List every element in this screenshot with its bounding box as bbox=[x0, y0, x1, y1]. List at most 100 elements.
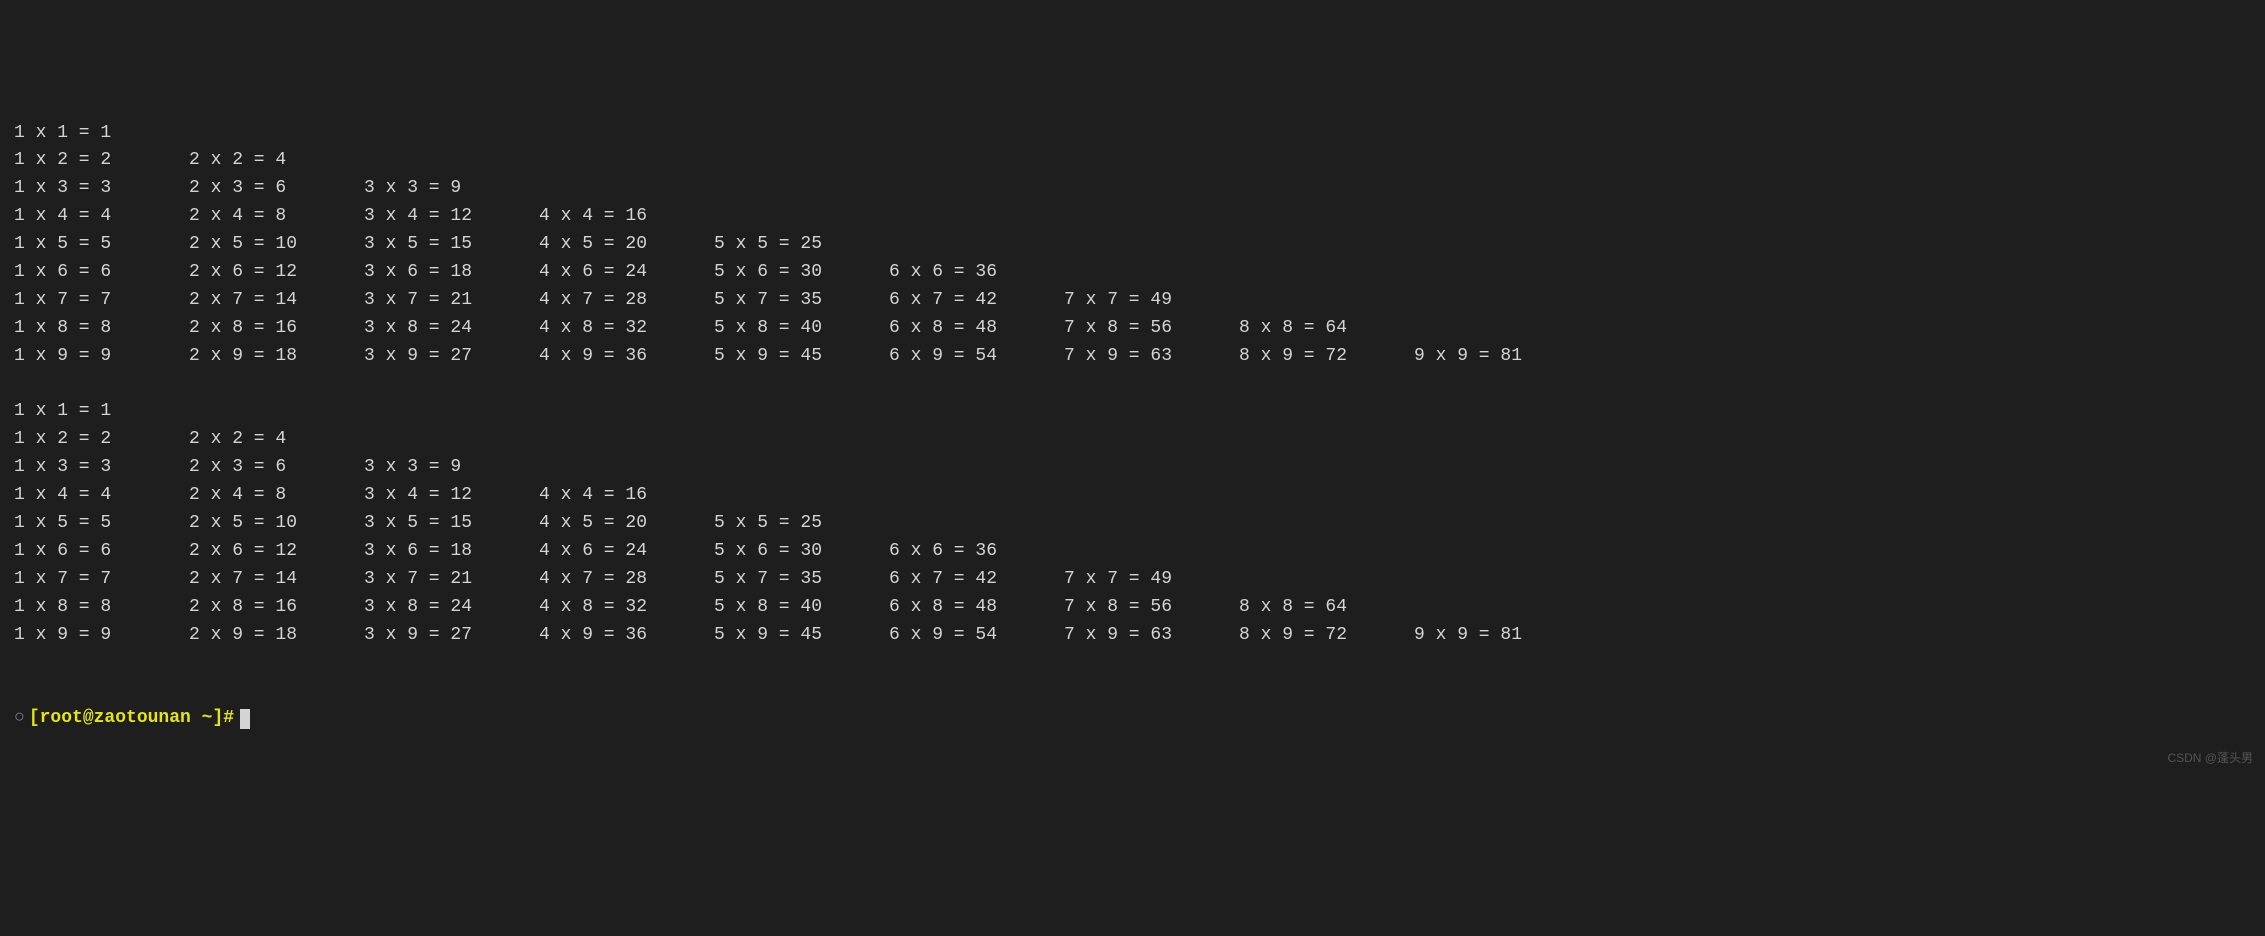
mult-cell: 1 x 1 = 1 bbox=[14, 120, 189, 148]
mult-cell: 4 x 9 = 36 bbox=[539, 343, 714, 371]
mult-cell: 9 x 9 = 81 bbox=[1414, 343, 1589, 371]
mult-cell: 5 x 7 = 35 bbox=[714, 566, 889, 594]
mult-cell: 1 x 2 = 2 bbox=[14, 147, 189, 175]
mult-cell: 2 x 9 = 18 bbox=[189, 343, 364, 371]
mult-cell: 2 x 3 = 6 bbox=[189, 454, 364, 482]
mult-cell: 1 x 4 = 4 bbox=[14, 203, 189, 231]
mult-cell: 7 x 8 = 56 bbox=[1064, 594, 1239, 622]
mult-cell: 1 x 7 = 7 bbox=[14, 566, 189, 594]
output-line: 1 x 1 = 1 bbox=[14, 398, 2251, 426]
mult-cell: 3 x 5 = 15 bbox=[364, 231, 539, 259]
mult-cell: 3 x 6 = 18 bbox=[364, 259, 539, 287]
mult-cell: 1 x 4 = 4 bbox=[14, 482, 189, 510]
mult-cell: 1 x 3 = 3 bbox=[14, 175, 189, 203]
prompt-end: ]# bbox=[212, 705, 234, 733]
prompt-arrow-icon: ○ bbox=[14, 705, 25, 733]
mult-cell: 3 x 4 = 12 bbox=[364, 203, 539, 231]
mult-cell: 1 x 8 = 8 bbox=[14, 315, 189, 343]
mult-cell: 1 x 1 = 1 bbox=[14, 398, 189, 426]
mult-cell: 1 x 5 = 5 bbox=[14, 510, 189, 538]
mult-cell: 1 x 9 = 9 bbox=[14, 622, 189, 650]
mult-cell: 1 x 8 = 8 bbox=[14, 594, 189, 622]
mult-cell: 3 x 7 = 21 bbox=[364, 287, 539, 315]
mult-cell: 3 x 9 = 27 bbox=[364, 343, 539, 371]
output-line: 1 x 6 = 62 x 6 = 123 x 6 = 184 x 6 = 245… bbox=[14, 259, 2251, 287]
mult-cell: 3 x 7 = 21 bbox=[364, 566, 539, 594]
mult-cell: 3 x 8 = 24 bbox=[364, 594, 539, 622]
mult-cell: 5 x 8 = 40 bbox=[714, 315, 889, 343]
mult-cell: 2 x 6 = 12 bbox=[189, 538, 364, 566]
mult-cell: 6 x 6 = 36 bbox=[889, 259, 1064, 287]
mult-cell: 4 x 5 = 20 bbox=[539, 231, 714, 259]
mult-cell: 4 x 4 = 16 bbox=[539, 203, 714, 231]
mult-cell: 5 x 8 = 40 bbox=[714, 594, 889, 622]
output-line: 1 x 8 = 82 x 8 = 163 x 8 = 244 x 8 = 325… bbox=[14, 315, 2251, 343]
mult-cell: 4 x 6 = 24 bbox=[539, 259, 714, 287]
mult-cell: 5 x 9 = 45 bbox=[714, 343, 889, 371]
mult-cell: 5 x 5 = 25 bbox=[714, 231, 889, 259]
mult-cell: 8 x 9 = 72 bbox=[1239, 622, 1414, 650]
mult-cell: 7 x 8 = 56 bbox=[1064, 315, 1239, 343]
mult-cell: 6 x 7 = 42 bbox=[889, 287, 1064, 315]
mult-cell: 9 x 9 = 81 bbox=[1414, 622, 1589, 650]
output-line: 1 x 9 = 92 x 9 = 183 x 9 = 274 x 9 = 365… bbox=[14, 343, 2251, 371]
mult-cell: 7 x 9 = 63 bbox=[1064, 622, 1239, 650]
mult-cell: 1 x 9 = 9 bbox=[14, 343, 189, 371]
output-line: 1 x 4 = 42 x 4 = 83 x 4 = 124 x 4 = 16 bbox=[14, 482, 2251, 510]
mult-cell: 5 x 6 = 30 bbox=[714, 538, 889, 566]
mult-cell: 1 x 2 = 2 bbox=[14, 426, 189, 454]
mult-cell: 4 x 7 = 28 bbox=[539, 287, 714, 315]
output-line: 1 x 3 = 32 x 3 = 63 x 3 = 9 bbox=[14, 175, 2251, 203]
mult-cell: 5 x 5 = 25 bbox=[714, 510, 889, 538]
mult-cell: 7 x 9 = 63 bbox=[1064, 343, 1239, 371]
cursor-icon bbox=[240, 709, 250, 729]
mult-cell: 2 x 6 = 12 bbox=[189, 259, 364, 287]
mult-cell: 2 x 8 = 16 bbox=[189, 315, 364, 343]
mult-cell: 4 x 5 = 20 bbox=[539, 510, 714, 538]
output-line: 1 x 7 = 72 x 7 = 143 x 7 = 214 x 7 = 285… bbox=[14, 287, 2251, 315]
output-line: 1 x 8 = 82 x 8 = 163 x 8 = 244 x 8 = 325… bbox=[14, 594, 2251, 622]
mult-cell: 8 x 8 = 64 bbox=[1239, 315, 1414, 343]
mult-cell: 5 x 7 = 35 bbox=[714, 287, 889, 315]
mult-cell: 2 x 5 = 10 bbox=[189, 231, 364, 259]
mult-cell: 4 x 8 = 32 bbox=[539, 315, 714, 343]
mult-cell: 2 x 7 = 14 bbox=[189, 566, 364, 594]
mult-cell: 1 x 6 = 6 bbox=[14, 538, 189, 566]
mult-cell: 4 x 7 = 28 bbox=[539, 566, 714, 594]
mult-cell: 2 x 4 = 8 bbox=[189, 203, 364, 231]
mult-cell: 2 x 7 = 14 bbox=[189, 287, 364, 315]
mult-cell: 6 x 7 = 42 bbox=[889, 566, 1064, 594]
mult-cell: 3 x 3 = 9 bbox=[364, 454, 539, 482]
mult-cell: 1 x 3 = 3 bbox=[14, 454, 189, 482]
mult-cell: 1 x 5 = 5 bbox=[14, 231, 189, 259]
mult-cell: 6 x 9 = 54 bbox=[889, 343, 1064, 371]
watermark: CSDN @蓬头男 bbox=[2167, 749, 2253, 768]
mult-cell: 2 x 9 = 18 bbox=[189, 622, 364, 650]
mult-cell: 8 x 8 = 64 bbox=[1239, 594, 1414, 622]
mult-cell: 2 x 2 = 4 bbox=[189, 426, 364, 454]
mult-cell: 3 x 8 = 24 bbox=[364, 315, 539, 343]
mult-cell: 2 x 4 = 8 bbox=[189, 482, 364, 510]
output-line: 1 x 6 = 62 x 6 = 123 x 6 = 184 x 6 = 245… bbox=[14, 538, 2251, 566]
mult-cell: 1 x 7 = 7 bbox=[14, 287, 189, 315]
output-line: 1 x 5 = 52 x 5 = 103 x 5 = 154 x 5 = 205… bbox=[14, 231, 2251, 259]
mult-cell: 4 x 9 = 36 bbox=[539, 622, 714, 650]
mult-cell: 4 x 8 = 32 bbox=[539, 594, 714, 622]
mult-cell: 3 x 5 = 15 bbox=[364, 510, 539, 538]
mult-cell: 1 x 6 = 6 bbox=[14, 259, 189, 287]
mult-cell: 6 x 8 = 48 bbox=[889, 594, 1064, 622]
output-line: 1 x 3 = 32 x 3 = 63 x 3 = 9 bbox=[14, 454, 2251, 482]
mult-cell: 3 x 3 = 9 bbox=[364, 175, 539, 203]
prompt-user-host: [root@zaotounan bbox=[29, 705, 202, 733]
mult-cell: 2 x 5 = 10 bbox=[189, 510, 364, 538]
output-line: 1 x 7 = 72 x 7 = 143 x 7 = 214 x 7 = 285… bbox=[14, 566, 2251, 594]
output-line: 1 x 2 = 22 x 2 = 4 bbox=[14, 147, 2251, 175]
prompt-path: ~ bbox=[202, 705, 213, 733]
mult-cell: 5 x 6 = 30 bbox=[714, 259, 889, 287]
mult-cell: 7 x 7 = 49 bbox=[1064, 566, 1239, 594]
mult-cell: 2 x 3 = 6 bbox=[189, 175, 364, 203]
shell-prompt[interactable]: ○ [root@zaotounan ~]# bbox=[14, 705, 2251, 733]
mult-cell: 2 x 2 = 4 bbox=[189, 147, 364, 175]
mult-cell: 2 x 8 = 16 bbox=[189, 594, 364, 622]
mult-cell: 4 x 6 = 24 bbox=[539, 538, 714, 566]
